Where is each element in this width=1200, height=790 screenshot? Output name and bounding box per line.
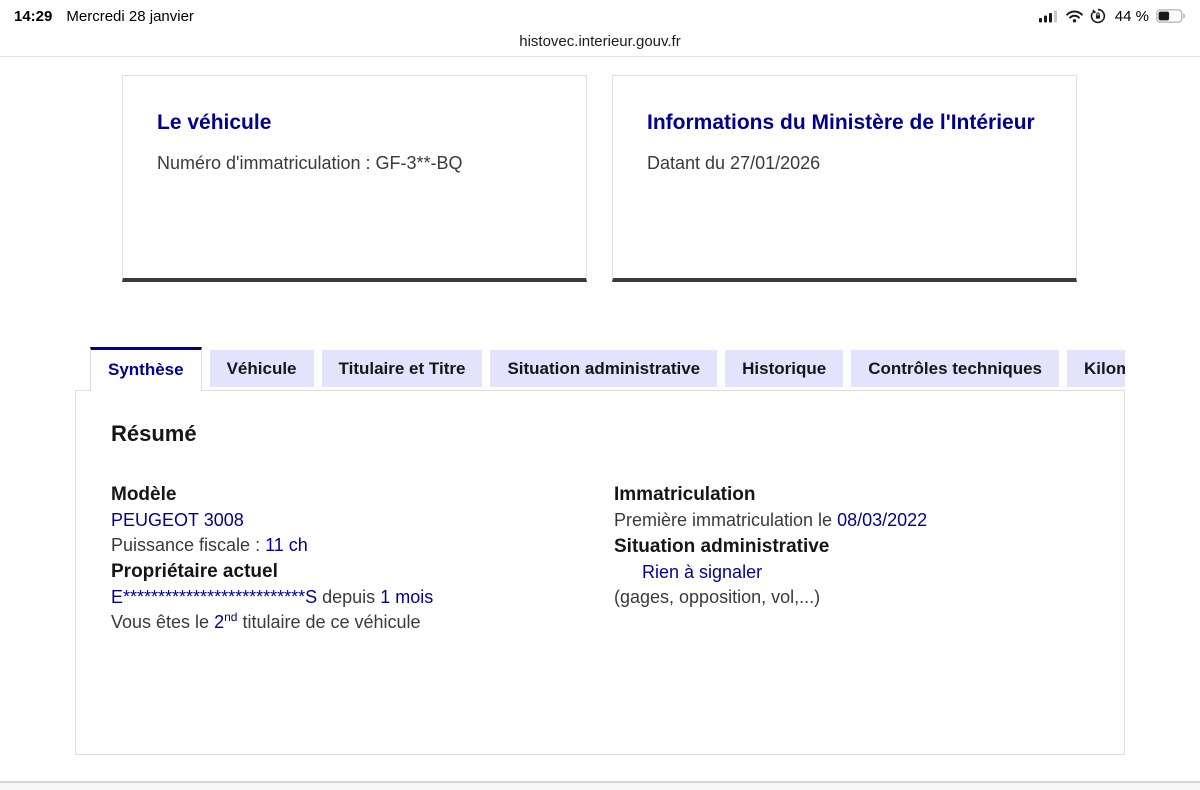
- owner-heading: Propriétaire actuel: [111, 561, 278, 582]
- vehicle-card: Le véhicule Numéro d'immatriculation : G…: [122, 75, 587, 282]
- tab-historique[interactable]: Historique: [725, 350, 844, 387]
- cards-row: Le véhicule Numéro d'immatriculation : G…: [122, 75, 1077, 282]
- registration-heading: Immatriculation: [614, 484, 756, 505]
- tab-titulaire-et-titre[interactable]: Titulaire et Titre: [321, 350, 483, 387]
- status-time: 14:29: [14, 7, 53, 25]
- rotation-lock-icon: [1090, 8, 1106, 24]
- owner-since-label: depuis: [317, 587, 381, 607]
- tab-vehicule[interactable]: Véhicule: [209, 350, 314, 387]
- owner-line: E**************************S depuis 1 mo…: [111, 585, 591, 610]
- panel-left-column: Modèle PEUGEOT 3008 Puissance fiscale : …: [111, 481, 591, 635]
- model-heading: Modèle: [111, 484, 177, 505]
- holder-suffix: titulaire de ce véhicule: [237, 612, 421, 632]
- wifi-icon: [1065, 10, 1083, 23]
- owner-since-value: 1 mois: [380, 587, 434, 607]
- situation-note: (gages, opposition, vol,...): [614, 587, 821, 607]
- owner-masked-name: E**************************S: [111, 587, 318, 607]
- situation-status-link[interactable]: Rien à signaler: [642, 562, 762, 582]
- battery-percent: 44 %: [1114, 7, 1149, 25]
- status-bar: 14:29 Mercredi 28 janvier 44 %: [0, 0, 1200, 30]
- safari-address-bar[interactable]: histovec.interieur.gouv.fr: [0, 30, 1200, 57]
- address-url[interactable]: histovec.interieur.gouv.fr: [519, 30, 680, 54]
- ministry-card: Informations du Ministère de l'Intérieur…: [612, 75, 1077, 282]
- fiscal-power-label: Puissance fiscale :: [111, 535, 266, 555]
- fiscal-power-value: 11 ch: [265, 535, 308, 555]
- holder-line: Vous êtes le 2nd titulaire de ce véhicul…: [111, 610, 591, 635]
- footer-divider: [0, 781, 1200, 790]
- tab-kilometrage[interactable]: Kilométrage: [1067, 350, 1125, 387]
- cellular-signal-icon: [1038, 10, 1059, 23]
- tab-synthese[interactable]: Synthèse: [90, 347, 202, 391]
- ministry-card-title: Informations du Ministère de l'Intérieur: [647, 111, 1035, 134]
- registration-line: Première immatriculation le 08/03/2022: [614, 508, 1094, 533]
- holder-prefix: Vous êtes le: [111, 612, 215, 632]
- vehicle-card-registration: Numéro d'immatriculation : GF-3**-BQ: [157, 152, 463, 173]
- registration-date: 08/03/2022: [837, 510, 928, 530]
- holder-rank: 2: [214, 612, 225, 632]
- ministry-card-date: Datant du 27/01/2026: [647, 152, 821, 173]
- status-date: Mercredi 28 janvier: [66, 7, 194, 25]
- panel-heading: Résumé: [111, 421, 197, 446]
- tab-list: Synthèse Véhicule Titulaire et Titre Sit…: [75, 347, 1125, 391]
- vehicle-card-title: Le véhicule: [157, 111, 272, 134]
- holder-rank-ordinal: nd: [224, 610, 238, 624]
- tab-controles-techniques[interactable]: Contrôles techniques: [851, 350, 1060, 387]
- registration-label: Première immatriculation le: [614, 510, 838, 530]
- panel-right-column: Immatriculation Première immatriculation…: [614, 481, 1094, 610]
- battery-icon: [1156, 9, 1186, 23]
- fiscal-power-line: Puissance fiscale : 11 ch: [111, 533, 591, 558]
- model-link[interactable]: PEUGEOT 3008: [111, 510, 244, 530]
- tab-situation-administrative[interactable]: Situation administrative: [490, 350, 718, 387]
- situation-heading: Situation administrative: [614, 536, 830, 557]
- synthese-panel: Résumé Modèle PEUGEOT 3008 Puissance fis…: [75, 390, 1125, 755]
